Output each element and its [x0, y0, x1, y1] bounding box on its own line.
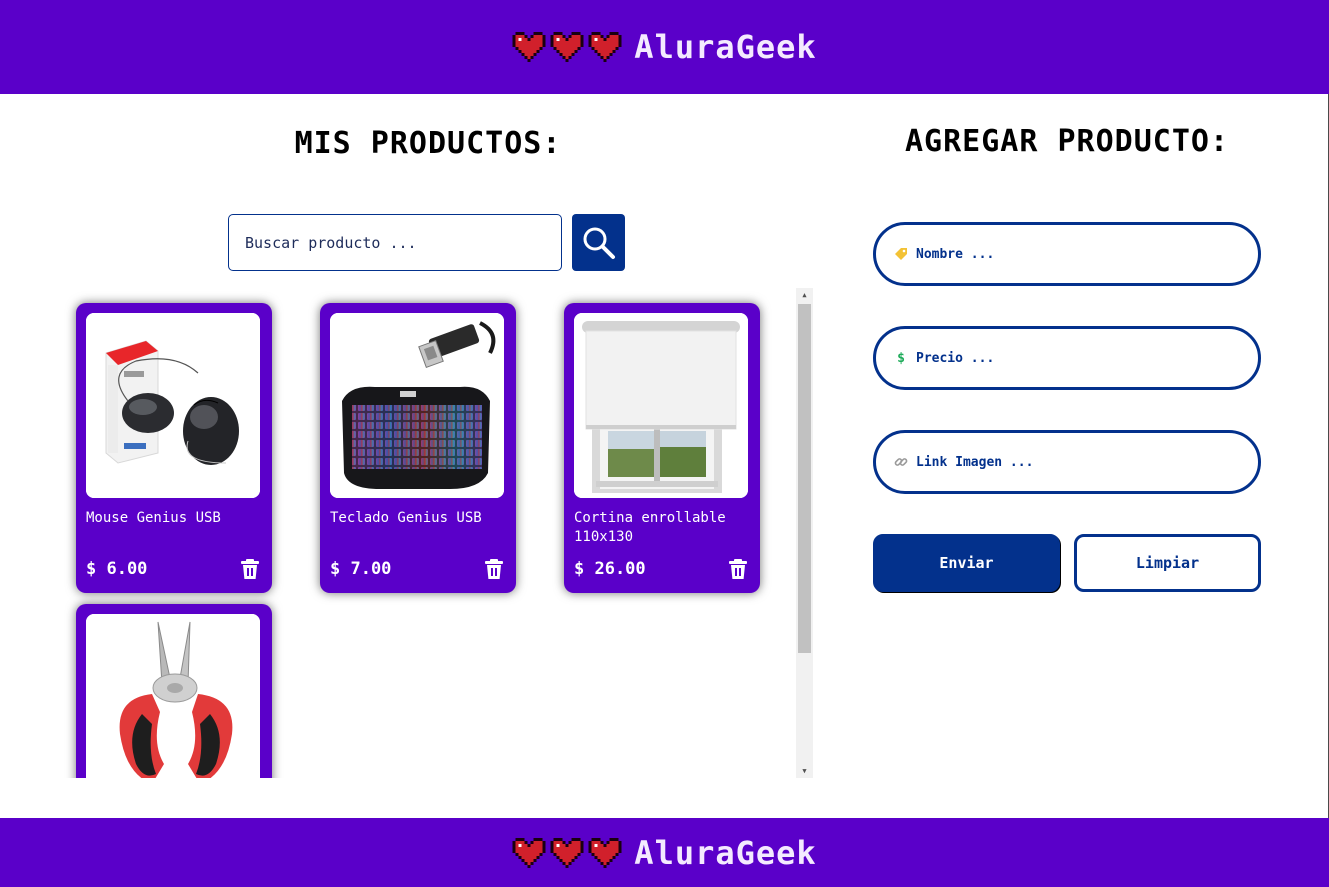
search-input[interactable]: [228, 214, 562, 271]
hearts-logo-icon: [512, 837, 622, 868]
heart-icon: [512, 32, 546, 62]
scroll-thumb[interactable]: [798, 304, 811, 653]
product-price: $ 26.00: [574, 559, 646, 579]
heart-icon: [588, 837, 622, 868]
product-card: Mouse Genius USB $ 6.00: [76, 303, 272, 593]
heart-icon: [512, 837, 546, 868]
tag-icon: [894, 247, 908, 261]
name-field[interactable]: [873, 222, 1261, 286]
product-image: [574, 313, 748, 498]
product-name: Mouse Genius USB: [86, 510, 221, 526]
products-title: MIS PRODUCTOS:: [294, 126, 562, 161]
header-logo[interactable]: AluraGeek: [512, 28, 816, 66]
price-input[interactable]: [916, 350, 1216, 366]
site-header: AluraGeek: [0, 0, 1329, 94]
product-image: [330, 313, 504, 498]
search-icon: [583, 227, 615, 259]
scroll-up-arrow-icon[interactable]: ▲: [796, 288, 813, 302]
trash-icon[interactable]: [238, 557, 262, 581]
product-name: Teclado Genius USB: [330, 510, 482, 526]
mouse-image: [86, 313, 260, 498]
product-card: Cortina enrollable 110x130 $ 26.00: [564, 303, 760, 593]
brand-name: AluraGeek: [634, 28, 817, 66]
product-price: $ 6.00: [86, 559, 148, 579]
product-name: Cortina enrollable 110x130: [574, 510, 726, 545]
product-list[interactable]: Mouse Genius USB $ 6.00 Teclado Genius U…: [60, 288, 796, 778]
roller-blind-image: [574, 313, 748, 498]
product-image: [86, 614, 260, 778]
heart-icon: [550, 837, 584, 868]
keyboard-image: [330, 313, 504, 498]
heart-icon: [588, 32, 622, 62]
image-link-input[interactable]: [916, 454, 1216, 470]
scroll-down-arrow-icon[interactable]: ▼: [796, 764, 813, 778]
pliers-image: [86, 614, 260, 778]
image-link-field[interactable]: [873, 430, 1261, 494]
clear-button[interactable]: Limpiar: [1074, 534, 1261, 592]
trash-icon[interactable]: [726, 557, 750, 581]
dollar-icon: $: [897, 350, 905, 366]
name-input[interactable]: [916, 246, 1216, 262]
product-image: [86, 313, 260, 498]
product-price: $ 7.00: [330, 559, 392, 579]
product-card: [76, 604, 272, 778]
link-icon: [894, 455, 908, 469]
site-footer: AluraGeek: [0, 818, 1329, 887]
hearts-logo-icon: [512, 32, 622, 62]
footer-logo[interactable]: AluraGeek: [512, 834, 816, 872]
add-product-title: AGREGAR PRODUCTO:: [904, 124, 1230, 159]
send-button[interactable]: Enviar: [873, 534, 1060, 592]
search-button[interactable]: [572, 214, 625, 271]
price-field[interactable]: $: [873, 326, 1261, 390]
footer-brand-name: AluraGeek: [634, 833, 817, 872]
product-card: Teclado Genius USB $ 7.00: [320, 303, 516, 593]
product-list-scrollbar[interactable]: ▲ ▼: [796, 288, 813, 778]
heart-icon: [550, 32, 584, 62]
trash-icon[interactable]: [482, 557, 506, 581]
